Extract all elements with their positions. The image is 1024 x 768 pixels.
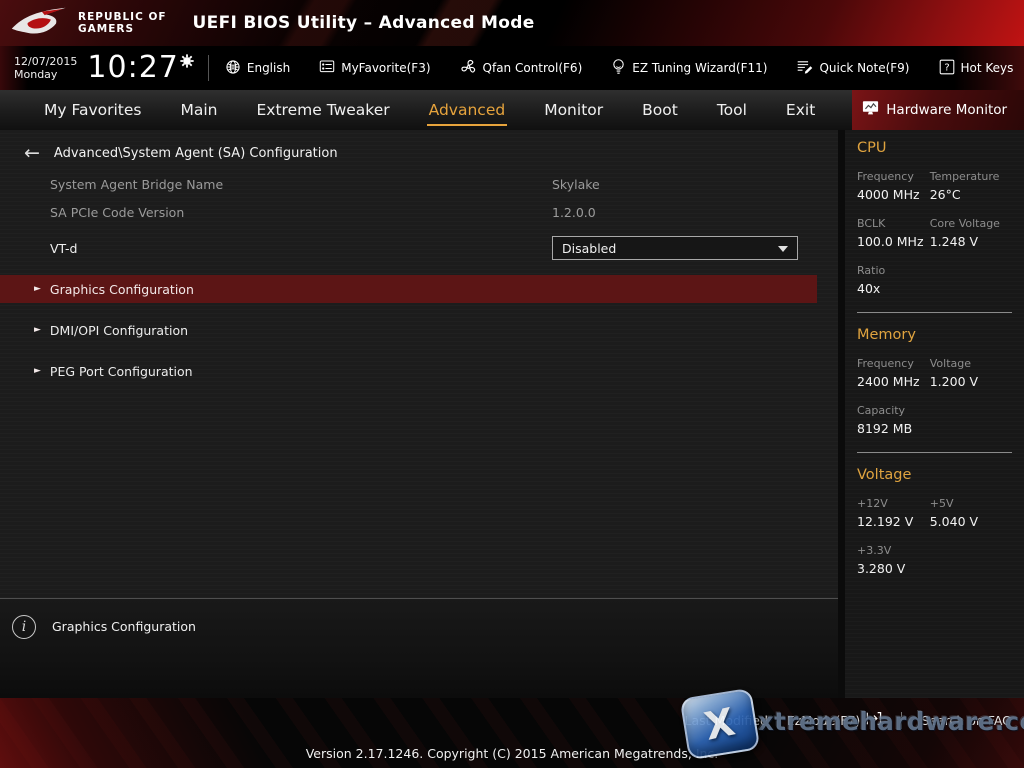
qfan-button[interactable]: Qfan Control(F6) [460, 59, 583, 78]
tab-main[interactable]: Main [179, 95, 220, 126]
memory-row-2: Capacity 8192 MB [857, 404, 1014, 436]
tab-my-favorites[interactable]: My Favorites [42, 95, 144, 126]
language-button[interactable]: English [225, 59, 290, 78]
bulb-icon [611, 58, 626, 78]
settings-content: ← Advanced\System Agent (SA) Configurati… [0, 130, 838, 598]
sidebar-divider [857, 452, 1012, 453]
time-display: 10:27 [87, 52, 193, 84]
vtd-dropdown[interactable]: Disabled [552, 236, 798, 260]
monitor-icon [862, 100, 879, 120]
rog-eye-icon [10, 6, 68, 40]
section-title-memory: Memory [857, 327, 1014, 343]
main-menu: My Favorites Main Extreme Tweaker Advanc… [0, 90, 852, 130]
main-panel: ← Advanced\System Agent (SA) Configurati… [0, 130, 838, 698]
tab-boot[interactable]: Boot [640, 95, 680, 126]
toolbar-items: English MyFavorite(F3) [225, 58, 1014, 78]
ezmode-exit-icon [865, 711, 882, 729]
toolbar: 12/07/2015 Monday 10:27 English [0, 46, 1024, 90]
nav-row: My Favorites Main Extreme Tweaker Advanc… [0, 90, 1024, 130]
quick-note-button[interactable]: Quick Note(F9) [796, 59, 909, 78]
help-text: Graphics Configuration [52, 619, 196, 634]
rog-brand-text: REPUBLIC OF GAMERS [78, 11, 167, 35]
note-icon [796, 59, 813, 78]
help-strip: i Graphics Configuration [0, 598, 838, 698]
tab-advanced[interactable]: Advanced [427, 95, 508, 126]
setting-row-vtd: VT-d Disabled [0, 234, 838, 262]
info-icon: i [12, 615, 36, 639]
cpu-row-1: Frequency 4000 MHz Temperature 26°C [857, 170, 1014, 202]
cpu-row-2: BCLK 100.0 MHz Core Voltage 1.248 V [857, 217, 1014, 249]
hardware-monitor-header: Hardware Monitor [852, 90, 1024, 130]
ezmode-button[interactable]: EzMode(F7) [787, 711, 882, 729]
sidebar-divider [857, 312, 1012, 313]
info-row-pcie-version: SA PCIe Code Version 1.2.0.0 [0, 200, 838, 224]
last-modified-button[interactable]: Last Modified [685, 713, 768, 728]
bios-version-text: Version 2.17.1246. Copyright (C) 2015 Am… [0, 746, 1024, 761]
panel-gap [838, 130, 845, 698]
breadcrumb: ← Advanced\System Agent (SA) Configurati… [0, 130, 838, 163]
tab-tool[interactable]: Tool [715, 95, 749, 126]
memory-row-1: Frequency 2400 MHz Voltage 1.200 V [857, 357, 1014, 389]
rog-logo: REPUBLIC OF GAMERS [0, 6, 167, 40]
date-display: 12/07/2015 Monday [14, 55, 77, 81]
arrow-right-icon: ► [34, 325, 41, 335]
hot-keys-button[interactable]: ? Hot Keys [939, 59, 1014, 78]
ez-tuning-wizard-button[interactable]: EZ Tuning Wizard(F11) [611, 58, 767, 78]
voltage-row-1: +12V 12.192 V +5V 5.040 V [857, 497, 1014, 529]
tab-exit[interactable]: Exit [784, 95, 817, 126]
chevron-down-icon [778, 246, 788, 252]
breadcrumb-text: Advanced\System Agent (SA) Configuration [54, 146, 338, 161]
section-title-voltage: Voltage [857, 467, 1014, 483]
section-title-cpu: CPU [857, 140, 1014, 156]
question-icon: ? [939, 59, 955, 78]
search-on-faq-button[interactable]: Search on FAQ [921, 713, 1012, 728]
submenu-dmi-opi-configuration[interactable]: ► DMI/OPI Configuration [0, 316, 817, 344]
svg-text:?: ? [944, 62, 949, 73]
footer-divider [901, 712, 902, 729]
favorites-list-icon [319, 59, 335, 77]
arrow-right-icon: ► [34, 366, 41, 376]
submenu-graphics-configuration[interactable]: ► Graphics Configuration [0, 275, 817, 303]
body: ← Advanced\System Agent (SA) Configurati… [0, 130, 1024, 698]
toolbar-divider [208, 55, 209, 81]
submenu-peg-port-configuration[interactable]: ► PEG Port Configuration [0, 357, 817, 385]
footer-actions: Last Modified EzMode(F7) Search on FAQ [685, 711, 1012, 729]
top-banner: REPUBLIC OF GAMERS UEFI BIOS Utility – A… [0, 0, 1024, 46]
voltage-row-2: +3.3V 3.280 V [857, 544, 1014, 576]
arrow-right-icon: ► [34, 284, 41, 294]
cpu-row-3: Ratio 40x [857, 264, 1014, 296]
gear-icon[interactable] [180, 53, 194, 72]
fan-icon [460, 59, 477, 78]
hardware-monitor-sidebar: CPU Frequency 4000 MHz Temperature 26°C … [845, 130, 1024, 698]
tab-monitor[interactable]: Monitor [542, 95, 605, 126]
page-title: UEFI BIOS Utility – Advanced Mode [193, 13, 535, 33]
tab-extreme-tweaker[interactable]: Extreme Tweaker [255, 95, 392, 126]
info-row-bridge-name: System Agent Bridge Name Skylake [0, 172, 838, 196]
uefi-bios-screen: REPUBLIC OF GAMERS UEFI BIOS Utility – A… [0, 0, 1024, 768]
myfavorite-button[interactable]: MyFavorite(F3) [319, 59, 430, 77]
back-arrow-icon[interactable]: ← [24, 144, 40, 163]
globe-icon [225, 59, 241, 78]
footer: Last Modified EzMode(F7) Search on FAQ V… [0, 698, 1024, 768]
